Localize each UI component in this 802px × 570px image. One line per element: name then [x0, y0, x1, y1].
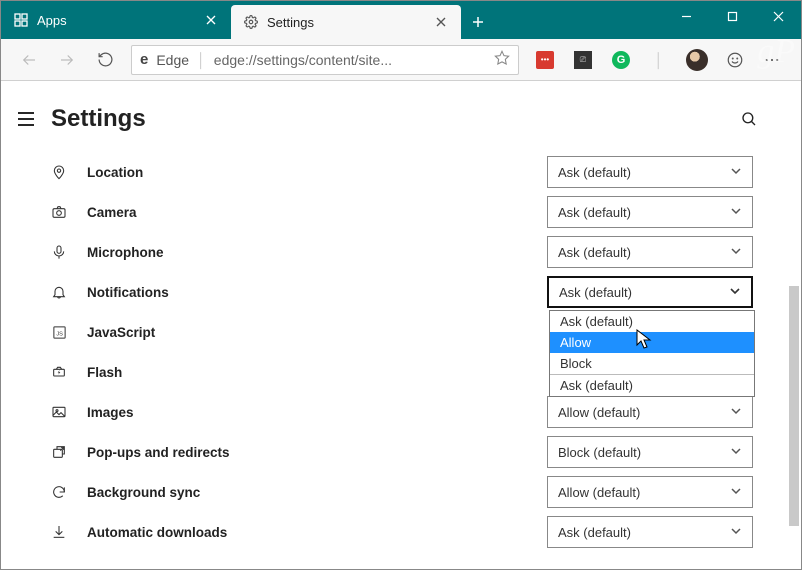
back-button[interactable]	[11, 42, 47, 78]
permission-select-notifications[interactable]: Ask (default) Ask (default) Allow Block …	[547, 276, 753, 308]
permission-select-images[interactable]: Allow (default)	[547, 396, 753, 428]
chevron-down-icon	[730, 205, 742, 220]
chevron-down-icon	[729, 285, 741, 300]
permission-select-bgsync[interactable]: Allow (default)	[547, 476, 753, 508]
svg-text:JS: JS	[56, 331, 63, 337]
download-icon	[49, 522, 69, 542]
permission-row-autodl[interactable]: Automatic downloads Ask (default)	[49, 512, 753, 552]
tab-apps-close-icon[interactable]	[203, 12, 219, 28]
apps-icon	[13, 12, 29, 28]
permissions-list: Location Ask (default) Camera Ask (defau…	[1, 144, 801, 569]
extension-dark-icon[interactable]: ⎚	[568, 45, 598, 75]
sync-icon	[49, 482, 69, 502]
permission-label: Notifications	[87, 285, 367, 300]
profile-avatar[interactable]	[682, 45, 712, 75]
permission-label: Flash	[87, 365, 367, 380]
permission-label: Location	[87, 165, 367, 180]
window-close-button[interactable]	[755, 1, 801, 31]
url-text: edge://settings/content/site...	[214, 52, 486, 68]
flash-icon	[49, 362, 69, 382]
tab-apps[interactable]: Apps	[1, 1, 231, 39]
dropdown-option-block[interactable]: Block	[550, 353, 754, 374]
browser-toolbar: e Edge │ edge://settings/content/site...…	[1, 39, 801, 81]
tab-settings[interactable]: Settings	[231, 5, 461, 39]
permission-label: JavaScript	[87, 325, 367, 340]
forward-button[interactable]	[49, 42, 85, 78]
permission-row-images[interactable]: Images Allow (default)	[49, 392, 753, 432]
select-value: Allow (default)	[558, 485, 730, 500]
window-maximize-button[interactable]	[709, 1, 755, 31]
microphone-icon	[49, 242, 69, 262]
notifications-dropdown: Ask (default) Allow Block Ask (default)	[549, 310, 755, 397]
permission-select-popups[interactable]: Block (default)	[547, 436, 753, 468]
chevron-down-icon	[730, 165, 742, 180]
permission-row-notifications[interactable]: Notifications Ask (default) Ask (default…	[49, 272, 753, 312]
extension-lastpass-icon[interactable]: •••	[530, 45, 560, 75]
tab-apps-label: Apps	[37, 13, 195, 28]
permission-label: Automatic downloads	[87, 525, 367, 540]
select-value: Ask (default)	[559, 285, 729, 300]
dropdown-option-ask[interactable]: Ask (default)	[550, 311, 754, 332]
settings-menu-button[interactable]	[15, 108, 37, 130]
select-value: Ask (default)	[558, 165, 730, 180]
permission-label: Camera	[87, 205, 367, 220]
select-value: Ask (default)	[558, 245, 730, 260]
settings-page: Settings Location Ask (default) Camera	[1, 81, 801, 569]
tab-settings-close-icon[interactable]	[433, 14, 449, 30]
scrollbar-thumb[interactable]	[789, 286, 799, 526]
bell-icon	[49, 282, 69, 302]
popup-icon	[49, 442, 69, 462]
javascript-icon: JS	[49, 322, 69, 342]
feedback-smile-icon[interactable]	[720, 45, 750, 75]
window-minimize-button[interactable]	[663, 1, 709, 31]
gear-icon	[243, 14, 259, 30]
permission-select-autodl[interactable]: Ask (default)	[547, 516, 753, 548]
permission-row-camera[interactable]: Camera Ask (default)	[49, 192, 753, 232]
permission-label: Pop-ups and redirects	[87, 445, 367, 460]
tab-settings-label: Settings	[267, 15, 425, 30]
reload-button[interactable]	[87, 42, 123, 78]
edge-logo-icon: e	[140, 51, 148, 68]
permission-select-location[interactable]: Ask (default)	[547, 156, 753, 188]
edge-label: Edge	[156, 52, 189, 68]
permission-row-popups[interactable]: Pop-ups and redirects Block (default)	[49, 432, 753, 472]
chevron-down-icon	[730, 485, 742, 500]
permission-label: Images	[87, 405, 367, 420]
window-titlebar: Apps Settings gP	[1, 1, 801, 39]
favorite-star-icon[interactable]	[494, 50, 510, 69]
chevron-down-icon	[730, 445, 742, 460]
toolbar-divider: │	[644, 45, 674, 75]
select-value: Allow (default)	[558, 405, 730, 420]
select-value: Ask (default)	[558, 205, 730, 220]
permission-select-microphone[interactable]: Ask (default)	[547, 236, 753, 268]
permission-label: Microphone	[87, 245, 367, 260]
chevron-down-icon	[730, 525, 742, 540]
location-icon	[49, 162, 69, 182]
select-value: Block (default)	[558, 445, 730, 460]
permission-row-bgsync[interactable]: Background sync Allow (default)	[49, 472, 753, 512]
image-icon	[49, 402, 69, 422]
permission-select-camera[interactable]: Ask (default)	[547, 196, 753, 228]
address-divider: │	[197, 52, 206, 68]
dropdown-underlay-value: Ask (default)	[550, 374, 754, 396]
permission-row-microphone[interactable]: Microphone Ask (default)	[49, 232, 753, 272]
chevron-down-icon	[730, 405, 742, 420]
permissions-scroll-area: Location Ask (default) Camera Ask (defau…	[1, 143, 801, 569]
chevron-down-icon	[730, 245, 742, 260]
camera-icon	[49, 202, 69, 222]
dropdown-option-allow[interactable]: Allow	[550, 332, 754, 353]
more-menu-button[interactable]: ⋯	[758, 45, 788, 75]
select-value: Ask (default)	[558, 525, 730, 540]
address-bar[interactable]: e Edge │ edge://settings/content/site...	[131, 45, 519, 75]
window-controls	[663, 1, 801, 31]
settings-search-button[interactable]	[737, 107, 761, 131]
permission-label: Background sync	[87, 485, 367, 500]
page-title: Settings	[51, 105, 146, 133]
settings-header: Settings	[1, 81, 801, 143]
permission-row-location[interactable]: Location Ask (default)	[49, 152, 753, 192]
extension-grammarly-icon[interactable]: G	[606, 45, 636, 75]
new-tab-button[interactable]	[461, 5, 495, 39]
